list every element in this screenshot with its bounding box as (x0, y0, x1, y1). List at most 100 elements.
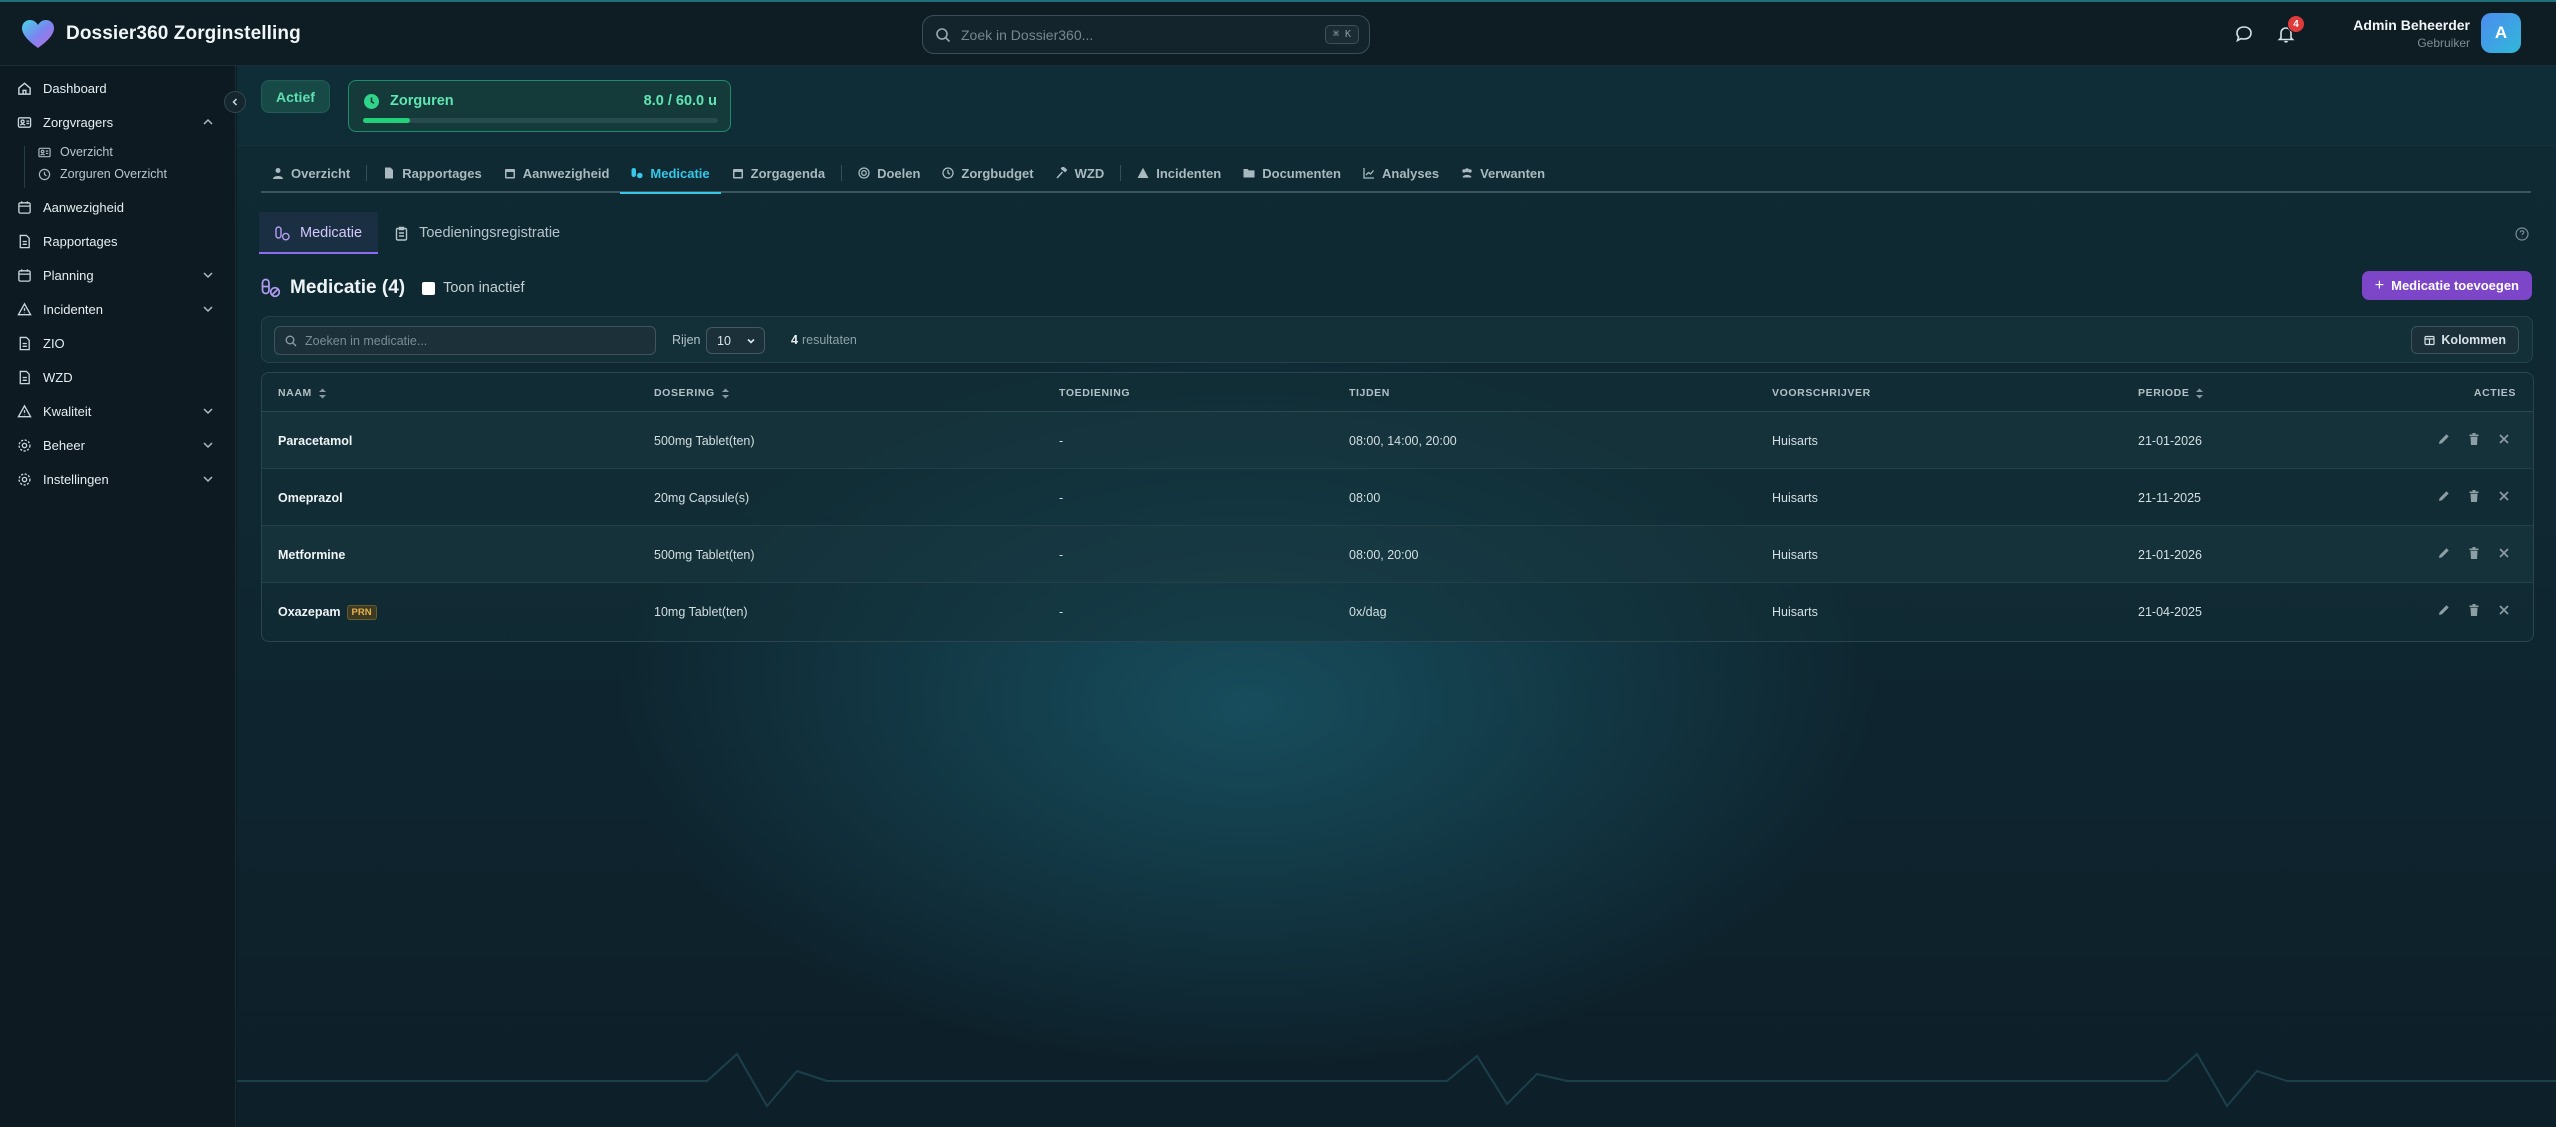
table-toolbar: Rijen 10 4resultaten Kolommen (261, 316, 2533, 363)
main-content: Actief Zorguren 8.0 / 60.0 u Overzicht R… (237, 66, 2556, 1127)
user-menu[interactable]: Admin Beheerder Gebruiker A (2353, 13, 2521, 53)
trash-icon[interactable] (2467, 546, 2481, 560)
brand[interactable]: Dossier360 Zorginstelling (20, 18, 301, 50)
column-header-naam[interactable]: NAAM (278, 387, 327, 399)
sidebar-item-label: Zorgvragers (43, 114, 114, 130)
close-icon[interactable] (2497, 603, 2511, 617)
edit-icon[interactable] (2437, 546, 2451, 560)
medication-search-input[interactable] (305, 333, 655, 348)
medication-search[interactable] (274, 326, 656, 355)
tab-aanwezigheid[interactable]: Aanwezigheid (493, 154, 621, 192)
cell-dosering: 500mg Tablet(ten) (654, 548, 755, 562)
chat-icon[interactable] (2234, 24, 2254, 44)
sidebar-item-kwaliteit[interactable]: Kwaliteit (0, 396, 236, 426)
close-icon[interactable] (2497, 546, 2511, 560)
document-icon (19, 370, 30, 384)
tab-label: Zorgagenda (750, 165, 826, 181)
sidebar-subitem-label: Overzicht (60, 145, 113, 159)
global-search[interactable]: ⌘ K (922, 15, 1370, 54)
rows-per-page-select[interactable]: 10 (706, 327, 765, 354)
table-row[interactable]: Oxazepam PRN 10mg Tablet(ten) - 0x/dag Hu… (262, 583, 2533, 640)
notification-badge: 4 (2287, 15, 2305, 33)
row-actions (2421, 603, 2511, 617)
tab-label: Overzicht (291, 165, 351, 181)
tab-separator (841, 165, 843, 181)
global-search-input[interactable] (961, 26, 1325, 43)
column-header-label: ACTIES (2473, 387, 2516, 399)
trash-icon[interactable] (2467, 432, 2481, 446)
gavel-icon (1056, 167, 1067, 179)
sidebar-subitem-zorguren-overzicht[interactable]: Zorguren Overzicht (0, 163, 236, 185)
sidebar-item-incidenten[interactable]: Incidenten (0, 294, 236, 324)
sidebar-item-rapportages[interactable]: Rapportages (0, 226, 236, 256)
cell-toediening: - (1059, 548, 1064, 562)
tab-label: Zorgbudget (961, 165, 1034, 181)
tab-label: Doelen (877, 165, 921, 181)
columns-label: Kolommen (2441, 333, 2506, 347)
close-icon[interactable] (2497, 432, 2511, 446)
tab-analyses[interactable]: Analyses (1352, 154, 1450, 192)
help-icon[interactable] (2515, 227, 2529, 241)
sidebar-item-planning[interactable]: Planning (0, 260, 236, 290)
cell-tijden: 08:00, 20:00 (1349, 548, 1419, 562)
tab-zorgagenda[interactable]: Zorgagenda (721, 154, 836, 192)
subtab-toedieningsregistratie[interactable]: Toedieningsregistratie (378, 212, 576, 254)
tab-medicatie[interactable]: Medicatie (620, 154, 721, 194)
home-icon (18, 81, 31, 95)
trash-icon[interactable] (2467, 603, 2481, 617)
tab-label: Medicatie (650, 165, 710, 181)
sidebar-subitem-label: Zorguren Overzicht (60, 167, 167, 181)
tab-wzd[interactable]: WZD (1045, 154, 1116, 192)
tab-label: Documenten (1262, 165, 1341, 181)
care-hours-value: 8.0 / 60.0 u (643, 93, 717, 109)
column-header-label: PERIODE (2138, 387, 2190, 399)
add-medication-button[interactable]: + Medicatie toevoegen (2361, 271, 2532, 300)
tab-rapportages[interactable]: Rapportages (372, 154, 492, 192)
sidebar-item-wzd[interactable]: WZD (0, 362, 236, 392)
sidebar-item-label: Aanwezigheid (43, 199, 124, 215)
show-inactive-label[interactable]: Toon inactief (443, 280, 524, 296)
user-role: Gebruiker (2417, 35, 2470, 50)
tab-doelen[interactable]: Doelen (847, 154, 931, 192)
columns-button[interactable]: Kolommen (2411, 326, 2519, 354)
people-icon (1462, 168, 1472, 178)
column-header-dosering[interactable]: DOSERING (654, 387, 730, 399)
show-inactive-checkbox[interactable] (422, 281, 436, 295)
pills-icon (275, 225, 290, 241)
user-icon (273, 168, 283, 179)
tab-zorgbudget[interactable]: Zorgbudget (931, 154, 1044, 192)
sort-icon (318, 388, 326, 398)
edit-icon[interactable] (2437, 432, 2451, 446)
subtab-label: Toedieningsregistratie (419, 225, 561, 241)
pills-icon (261, 278, 281, 298)
sidebar-item-zorgvragers[interactable]: Zorgvragers (0, 107, 236, 137)
sort-icon (2196, 388, 2204, 398)
chevron-down-icon (203, 476, 213, 483)
sidebar-item-instellingen[interactable]: Instellingen (0, 464, 236, 494)
sidebar-subitem-overzicht[interactable]: Overzicht (0, 141, 236, 163)
avatar[interactable]: A (2481, 13, 2521, 53)
sidebar-item-beheer[interactable]: Beheer (0, 430, 236, 460)
tab-verwanten[interactable]: Verwanten (1450, 154, 1556, 192)
cell-voorschrijver: Huisarts (1772, 605, 1818, 619)
edit-icon[interactable] (2437, 489, 2451, 503)
sidebar-item-zio[interactable]: ZIO (0, 328, 236, 358)
tab-overzicht[interactable]: Overzicht (261, 154, 361, 192)
clipboard-icon (395, 226, 408, 241)
tab-documenten[interactable]: Documenten (1232, 154, 1352, 192)
close-icon[interactable] (2497, 489, 2511, 503)
sidebar-item-aanwezigheid[interactable]: Aanwezigheid (0, 192, 236, 222)
edit-icon[interactable] (2437, 603, 2451, 617)
cell-voorschrijver: Huisarts (1772, 548, 1818, 562)
trash-icon[interactable] (2467, 489, 2481, 503)
table-row[interactable]: Omeprazol 20mg Capsule(s) - 08:00 Huisar… (262, 469, 2533, 526)
sidebar-collapse-button[interactable] (224, 91, 246, 113)
column-header-periode[interactable]: PERIODE (2138, 387, 2204, 399)
table-row[interactable]: Paracetamol 500mg Tablet(ten) - 08:00, 1… (262, 412, 2533, 469)
sidebar-item-dashboard[interactable]: Dashboard (0, 73, 236, 103)
subtab-medicatie[interactable]: Medicatie (259, 212, 379, 254)
table-row[interactable]: Metformine 500mg Tablet(ten) - 08:00, 20… (262, 526, 2533, 583)
tab-incidenten[interactable]: Incidenten (1126, 154, 1232, 192)
column-header-acties: ACTIES (2474, 387, 2516, 399)
medication-name: Paracetamol (278, 434, 353, 448)
